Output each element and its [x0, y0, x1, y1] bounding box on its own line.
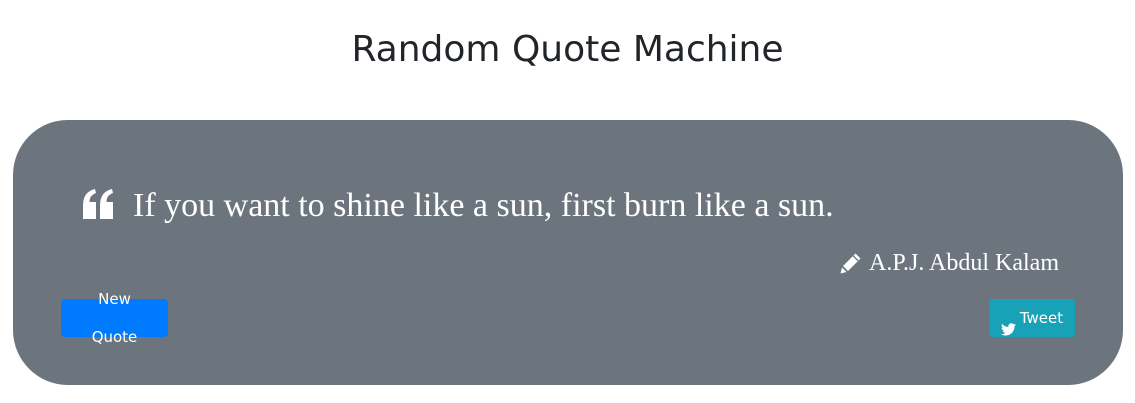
page-title: Random Quote Machine — [351, 29, 784, 70]
tweet-label: Tweet — [1019, 309, 1064, 327]
new-quote-label: New Quote — [91, 290, 138, 346]
new-quote-button[interactable]: New Quote — [61, 290, 168, 346]
author-name: A.P.J. Abdul Kalam — [868, 250, 1059, 276]
author-row: A.P.J. Abdul Kalam — [840, 248, 1059, 278]
twitter-icon — [1000, 312, 1016, 335]
quote-row: If you want to shine like a sun, first b… — [81, 184, 834, 228]
pencil-icon — [840, 252, 862, 274]
tweet-button[interactable]: Tweet — [989, 299, 1075, 337]
quote-text: If you want to shine like a sun, first b… — [133, 187, 834, 224]
quote-box: If you want to shine like a sun, first b… — [13, 120, 1123, 385]
quote-left-icon — [81, 188, 115, 220]
